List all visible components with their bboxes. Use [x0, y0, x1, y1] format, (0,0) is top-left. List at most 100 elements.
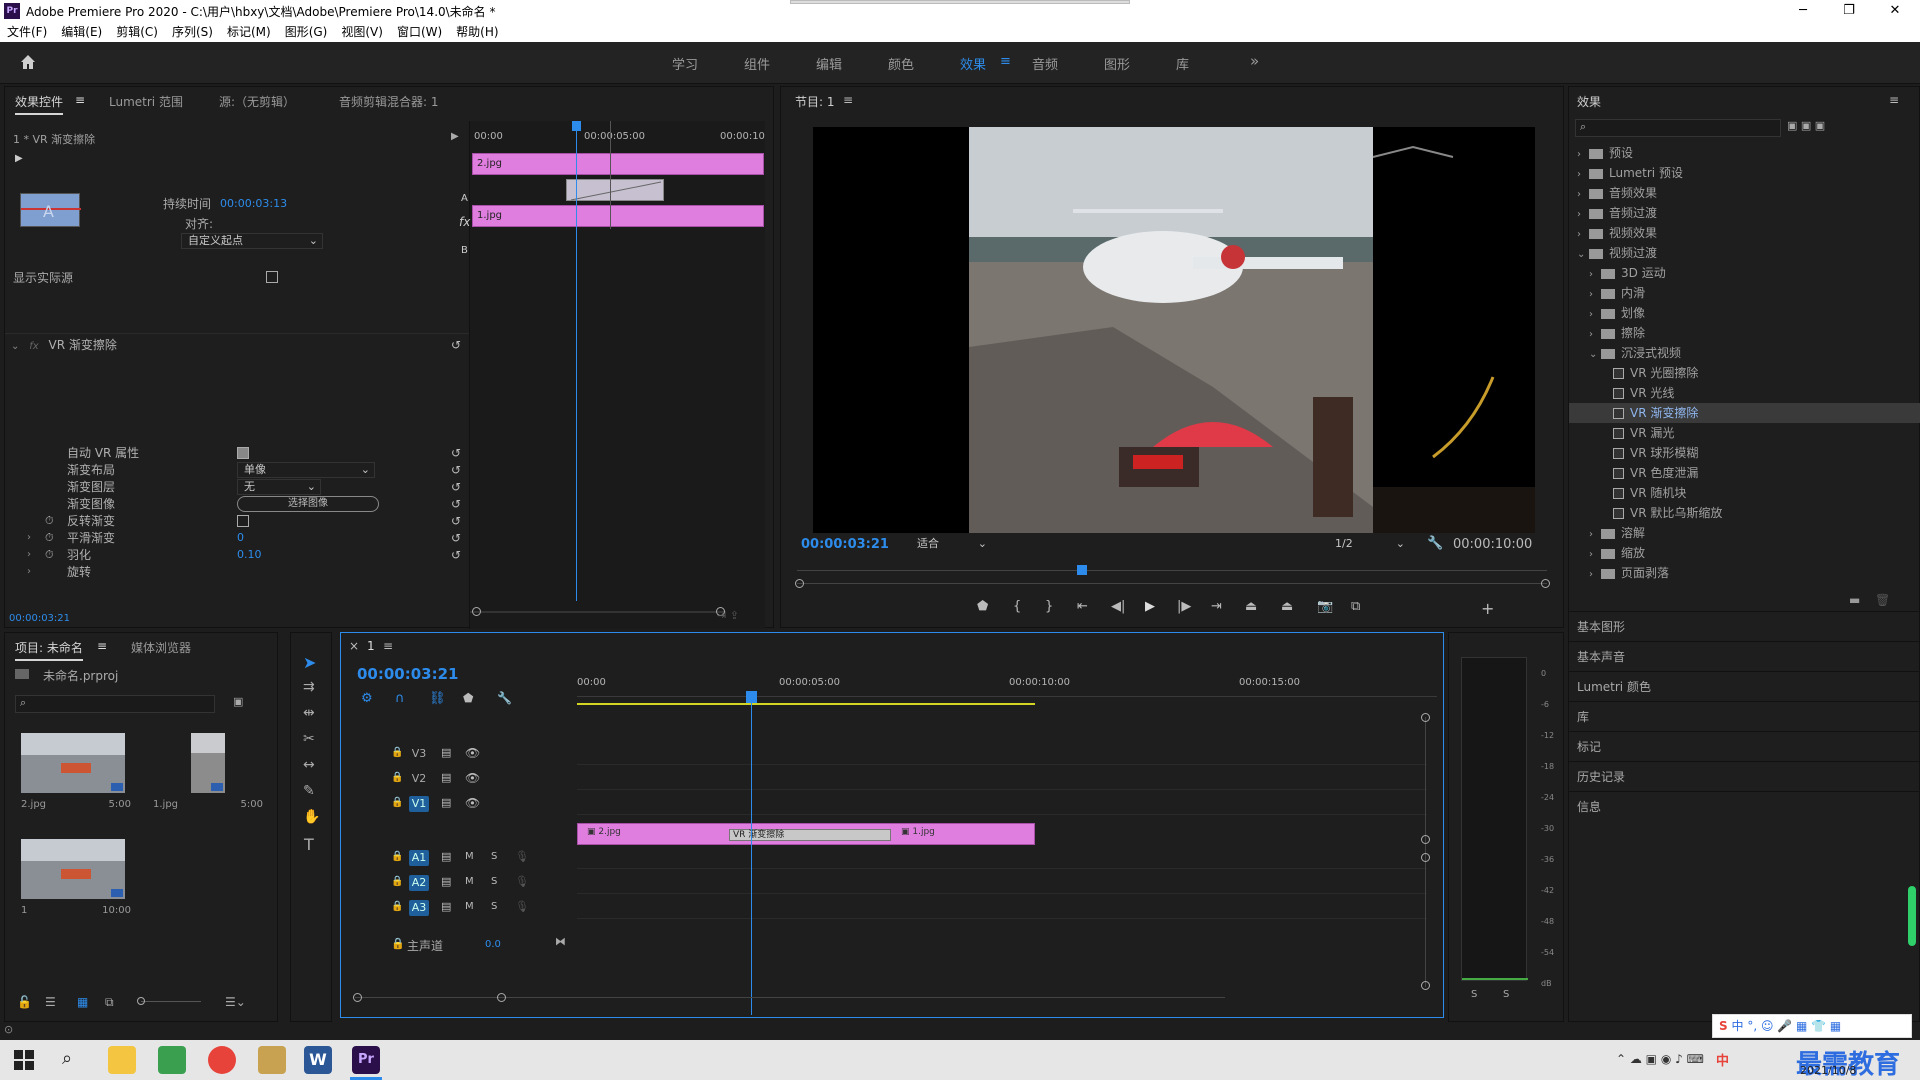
- solo-button[interactable]: S: [491, 851, 497, 862]
- expand-icon[interactable]: ⌄: [11, 341, 19, 352]
- chevron-down-icon[interactable]: ⌄: [1577, 245, 1589, 265]
- step-back-icon[interactable]: ◀|: [1111, 599, 1125, 614]
- effect-folder[interactable]: › 音频效果: [1569, 183, 1920, 203]
- timeline-transition[interactable]: VR 渐变擦除: [729, 829, 891, 841]
- program-title[interactable]: 节目: 1: [795, 93, 835, 110]
- sync-lock-icon[interactable]: ▤: [441, 850, 451, 863]
- track-lock-icon[interactable]: 🔒: [391, 772, 403, 783]
- delete-icon[interactable]: 🗑: [1875, 593, 1890, 607]
- reset-icon[interactable]: ↺: [451, 335, 461, 355]
- tab-source[interactable]: 源:（无剪辑）: [219, 93, 295, 110]
- effect-folder[interactable]: › 3D 运动: [1569, 263, 1920, 283]
- chevron-right-icon[interactable]: ›: [1589, 565, 1601, 585]
- video-scroll-handle-top[interactable]: [1421, 713, 1430, 722]
- play-icon[interactable]: ▶: [1145, 599, 1155, 614]
- panel-section[interactable]: Lumetri 颜色: [1569, 671, 1920, 701]
- type-tool-icon[interactable]: T: [304, 835, 314, 854]
- tab-media-browser[interactable]: 媒体浏览器: [131, 639, 191, 656]
- project-item[interactable]: 1.jpg 5:00: [153, 733, 263, 821]
- zoom-fit-dropdown[interactable]: 适合 ⌄: [911, 537, 991, 553]
- track-lock-icon[interactable]: 🔒: [391, 901, 403, 912]
- mark-out-icon[interactable]: }: [1045, 599, 1053, 614]
- menu-marker[interactable]: 标记(M): [220, 22, 278, 42]
- track-target[interactable]: V2: [409, 771, 429, 787]
- menu-clip[interactable]: 剪辑(C): [109, 22, 165, 42]
- track-lane[interactable]: [577, 897, 1427, 919]
- track-lock-icon[interactable]: 🔒: [391, 851, 403, 862]
- choose-image-button[interactable]: 选择图像: [237, 496, 379, 512]
- chevron-right-icon[interactable]: ›: [1577, 145, 1589, 165]
- track-lane[interactable]: [577, 743, 1427, 765]
- sync-lock-icon[interactable]: ▤: [441, 875, 451, 888]
- effect-folder[interactable]: › Lumetri 预设: [1569, 163, 1920, 183]
- program-zoom-right-handle[interactable]: [1541, 579, 1550, 588]
- effect-item[interactable]: VR 随机块: [1569, 483, 1920, 503]
- effect-item[interactable]: VR 光圈擦除: [1569, 363, 1920, 383]
- track-lane[interactable]: [577, 768, 1427, 790]
- close-button[interactable]: ✕: [1872, 0, 1918, 22]
- step-forward-icon[interactable]: |▶: [1177, 599, 1191, 614]
- sort-icon[interactable]: ☰⌄: [225, 995, 246, 1009]
- mini-playhead[interactable]: [576, 121, 577, 601]
- effect-folder[interactable]: ⌄ 沉浸式视频: [1569, 343, 1920, 363]
- solo-button[interactable]: S: [491, 901, 497, 912]
- property-dropdown[interactable]: 无 ⌄: [237, 479, 321, 495]
- chevron-right-icon[interactable]: ›: [1589, 305, 1601, 325]
- program-zoom-left-handle[interactable]: [795, 579, 804, 588]
- panel-section[interactable]: 基本声音: [1569, 641, 1920, 671]
- show-source-checkbox[interactable]: [266, 271, 278, 283]
- solo-button[interactable]: S: [491, 876, 497, 887]
- selection-tool-icon[interactable]: ➤: [303, 653, 316, 672]
- effect-filter-icons[interactable]: ▣ ▣ ▣: [1787, 119, 1825, 132]
- workspace-color[interactable]: 颜色: [888, 54, 914, 73]
- sequence-menu-icon[interactable]: ≡: [383, 639, 393, 653]
- compare-icon[interactable]: ⧉: [1351, 599, 1360, 614]
- ripple-edit-tool-icon[interactable]: ⇹: [303, 705, 315, 721]
- icon-view-icon[interactable]: ▦: [77, 995, 88, 1009]
- track-target[interactable]: A3: [409, 900, 429, 916]
- workspace-audio[interactable]: 音频: [1032, 54, 1058, 73]
- freeform-view-icon[interactable]: ⧉: [105, 995, 114, 1010]
- program-timecode[interactable]: 00:00:03:21: [801, 537, 889, 552]
- effect-folder[interactable]: › 缩放: [1569, 543, 1920, 563]
- workspace-learn[interactable]: 学习: [672, 54, 698, 73]
- slip-tool-icon[interactable]: ↔: [303, 757, 315, 773]
- workspace-effects[interactable]: 效果: [960, 54, 986, 73]
- eye-icon[interactable]: 👁: [465, 746, 480, 760]
- go-to-out-icon[interactable]: ⇥: [1211, 599, 1222, 614]
- audio-scroll-handle-top[interactable]: [1421, 853, 1430, 862]
- workspace-libraries[interactable]: 库: [1176, 54, 1189, 73]
- camera-icon[interactable]: 📷: [1317, 599, 1333, 614]
- mute-button[interactable]: M: [465, 901, 474, 912]
- timeline-vertical-scrollbar[interactable]: [1425, 717, 1426, 987]
- track-target[interactable]: A2: [409, 875, 429, 891]
- chevron-right-icon[interactable]: ›: [1577, 225, 1589, 245]
- mute-button[interactable]: M: [465, 851, 474, 862]
- panel-section[interactable]: 基本图形: [1569, 611, 1920, 641]
- chevron-right-icon[interactable]: ›: [1589, 325, 1601, 345]
- extract-icon[interactable]: ⏏: [1281, 599, 1293, 614]
- snap-icon[interactable]: ∩: [395, 691, 405, 706]
- menu-view[interactable]: 视图(V): [334, 22, 390, 42]
- qq-icon[interactable]: [258, 1046, 286, 1074]
- effect-folder[interactable]: › 溶解: [1569, 523, 1920, 543]
- ime-icon[interactable]: 中: [1716, 1050, 1744, 1070]
- export-icons[interactable]: ⇥ ⇪: [717, 609, 739, 622]
- collapse-arrow-icon[interactable]: ▶: [451, 131, 459, 142]
- effect-item[interactable]: VR 漏光: [1569, 423, 1920, 443]
- audio-scroll-handle-bottom[interactable]: [1421, 981, 1430, 990]
- resolution-dropdown[interactable]: 1/2 ⌄: [1329, 537, 1409, 553]
- timeline-playhead[interactable]: [751, 693, 752, 1015]
- track-target[interactable]: V3: [409, 746, 429, 762]
- timeline-zoom-left-handle[interactable]: [353, 993, 362, 1002]
- program-time-ruler[interactable]: [797, 563, 1547, 571]
- linked-selection-icon[interactable]: ⛓: [429, 691, 446, 706]
- workspace-editing[interactable]: 编辑: [816, 54, 842, 73]
- duration-value[interactable]: 00:00:03:13: [220, 197, 287, 210]
- chevron-right-icon[interactable]: ›: [1589, 545, 1601, 565]
- timeline-zoom-right-handle[interactable]: [497, 993, 506, 1002]
- effects-menu-icon[interactable]: ≡: [1889, 93, 1899, 107]
- solo-left-button[interactable]: S: [1471, 989, 1477, 1000]
- chevron-right-icon[interactable]: ›: [1577, 185, 1589, 205]
- sync-lock-icon[interactable]: ▤: [441, 900, 451, 913]
